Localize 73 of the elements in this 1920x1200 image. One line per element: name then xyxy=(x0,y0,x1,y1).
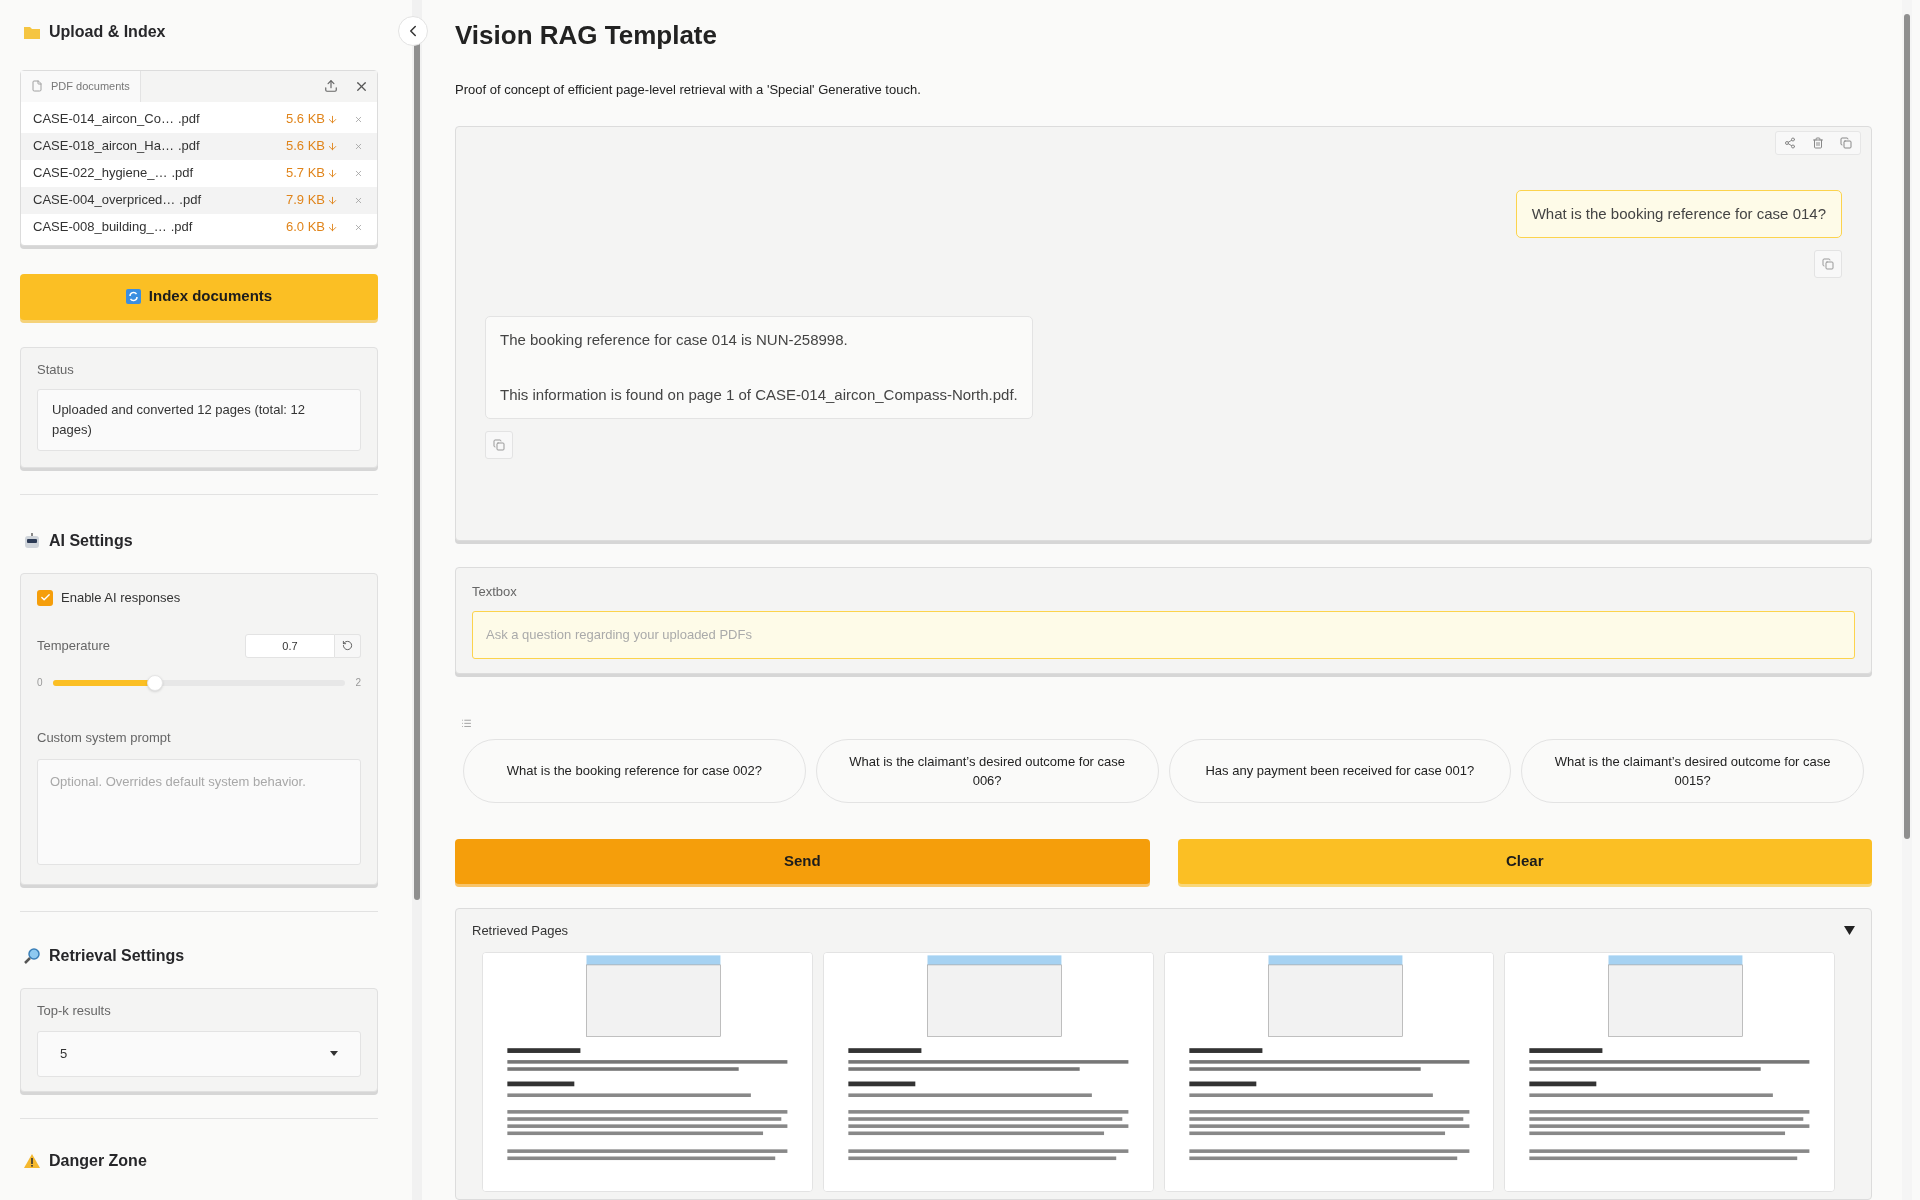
page-title: Vision RAG Template xyxy=(455,19,718,52)
top-k-label: Top-k results xyxy=(37,1002,112,1020)
slider-thumb[interactable] xyxy=(147,674,164,691)
warning-icon xyxy=(23,1152,41,1169)
system-prompt-field[interactable]: Optional. Overrides default system behavior. xyxy=(37,759,361,865)
file-name: CASE-018_aircon_Ha… xyxy=(33,137,174,156)
checkbox[interactable] xyxy=(37,589,53,606)
reset-icon[interactable] xyxy=(342,640,353,651)
user-message: What is the booking reference for case 014? xyxy=(1515,189,1842,238)
file-extension: .pdf xyxy=(177,137,200,156)
file-tab-label: PDF documents xyxy=(51,79,130,94)
download-icon[interactable] xyxy=(327,167,338,179)
temperature-input[interactable]: 0.7 xyxy=(245,633,335,658)
collapse-caret-icon[interactable] xyxy=(1844,925,1855,935)
file-name: CASE-022_hygiene_… xyxy=(33,164,168,183)
textbox-label: Textbox xyxy=(472,583,518,602)
refresh-icon xyxy=(125,289,141,304)
send-button[interactable]: Send xyxy=(455,838,1150,884)
section-title: Upload & Index xyxy=(49,22,166,42)
file-extension: .pdf xyxy=(171,164,194,183)
top-k-dropdown[interactable]: 5 xyxy=(37,1030,361,1077)
download-icon[interactable] xyxy=(327,113,338,125)
example-question-button[interactable]: What is the claimant’s desired outcome for case 0015? xyxy=(1521,738,1864,803)
clear-button[interactable]: Clear xyxy=(1177,838,1872,884)
status-text: Uploaded and converted 12 pages (total: 12 pages) xyxy=(37,389,361,451)
delete-icon[interactable] xyxy=(1812,136,1824,149)
file-extension: .pdf xyxy=(179,191,202,210)
example-question-button[interactable]: What is the claimant’s desired outcome for case 006? xyxy=(815,738,1159,803)
copy-icon[interactable] xyxy=(1822,258,1834,270)
robot-icon xyxy=(23,532,41,550)
example-question-button[interactable]: What is the booking reference for case 002? xyxy=(463,738,806,803)
file-name: CASE-004_overpriced… xyxy=(33,191,176,210)
retrieved-pages-label: Retrieved Pages xyxy=(472,921,569,940)
file-size: 5.6 KB xyxy=(285,110,325,129)
question-input[interactable]: Ask a question regarding your uploaded PDFs xyxy=(472,610,1855,659)
remove-file-icon[interactable] xyxy=(354,114,363,124)
page-subtitle: Proof of concept of efficient page-level retrieval with a 'Special' Generative touch. xyxy=(455,81,922,99)
remove-file-icon[interactable] xyxy=(354,222,363,232)
file-name: CASE-014_aircon_Co… xyxy=(33,110,174,129)
remove-file-icon[interactable] xyxy=(354,168,363,178)
remove-file-icon[interactable] xyxy=(354,195,363,205)
file-size: 5.7 KB xyxy=(285,164,325,183)
download-icon[interactable] xyxy=(327,221,338,233)
status-label: Status xyxy=(37,360,75,379)
section-title: Danger Zone xyxy=(49,1150,147,1171)
copy-icon[interactable] xyxy=(493,439,505,451)
magnifier-icon xyxy=(23,947,41,965)
file-name: CASE-008_building_… xyxy=(33,218,167,237)
section-title: AI Settings xyxy=(49,531,133,551)
file-size: 5.6 KB xyxy=(285,137,325,156)
slider-min: 0 xyxy=(37,676,43,690)
dropdown-caret-icon xyxy=(330,1051,338,1056)
file-icon xyxy=(31,80,43,93)
upload-icon[interactable] xyxy=(324,79,338,94)
remove-file-icon[interactable] xyxy=(354,141,363,151)
prompt-label: Custom system prompt xyxy=(37,728,172,747)
share-icon[interactable] xyxy=(1784,136,1796,149)
file-extension: .pdf xyxy=(177,110,200,129)
example-question-button[interactable]: Has any payment been received for case 001? xyxy=(1168,738,1512,803)
slider-max: 2 xyxy=(355,676,361,690)
assistant-message: The booking reference for case 014 is NUN-258998. This information is found on page 1 of CASE-014_aircon_Compass-North.pdf. xyxy=(485,316,1033,419)
file-size: 6.0 KB xyxy=(285,218,325,237)
index-documents-button[interactable]: Index documents xyxy=(20,273,378,320)
section-title: Retrieval Settings xyxy=(49,946,185,966)
download-icon[interactable] xyxy=(327,140,338,152)
file-size: 7.9 KB xyxy=(285,191,325,210)
temperature-label: Temperature xyxy=(37,636,110,655)
download-icon[interactable] xyxy=(327,194,338,206)
copy-icon[interactable] xyxy=(1840,136,1852,149)
folder-icon xyxy=(23,24,41,40)
file-extension: .pdf xyxy=(170,218,193,237)
checkbox-label: Enable AI responses xyxy=(61,589,181,607)
examples-icon xyxy=(461,717,472,729)
